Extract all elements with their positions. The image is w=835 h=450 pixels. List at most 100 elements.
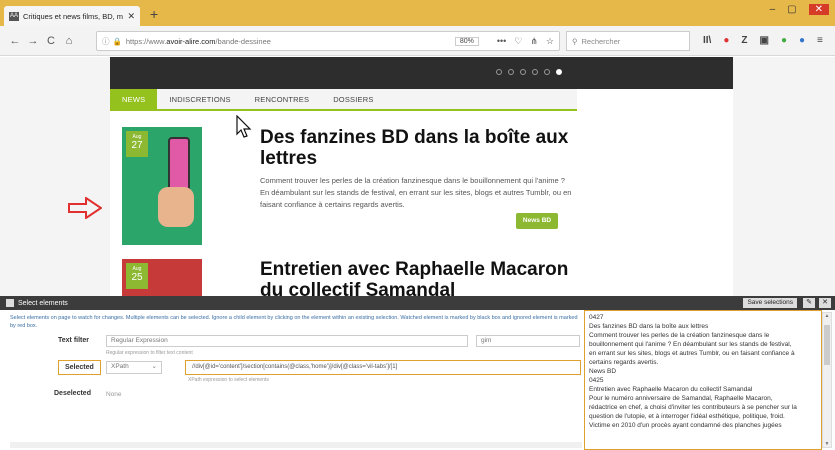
- selector-type-select[interactable]: XPath ⌄: [106, 361, 162, 374]
- article-title[interactable]: Des fanzines BD dans la boîte aux lettre…: [260, 127, 580, 169]
- extension-red-icon[interactable]: ●: [723, 35, 729, 46]
- search-icon: ⚲: [572, 36, 578, 46]
- close-window-button[interactable]: ✕: [808, 4, 829, 15]
- search-placeholder: Rechercher: [581, 36, 621, 46]
- date-badge: Aug 27: [126, 131, 148, 157]
- pocket-icon[interactable]: ♡: [514, 36, 522, 47]
- section-menu: NEWS INDISCRETIONS RENCONTRES DOSSIERS: [110, 89, 577, 111]
- text-filter-hint: Regular expression to filter text conten…: [106, 350, 193, 356]
- extension-blue-icon[interactable]: ●: [799, 35, 805, 46]
- panel-title: Select elements: [18, 299, 68, 307]
- output-line: 0427: [589, 314, 604, 321]
- selector-input[interactable]: //div[@id='content']/section[contains(@c…: [185, 360, 581, 375]
- carousel-dot[interactable]: [520, 69, 526, 75]
- site-favicon-icon: AA: [9, 11, 19, 21]
- url-text[interactable]: https://www.avoir-alire.com/bande-dessin…: [126, 37, 455, 46]
- library-icon[interactable]: II\: [703, 35, 711, 46]
- left-margin: [0, 57, 110, 296]
- forward-button[interactable]: →: [24, 35, 42, 47]
- horizontal-scrollbar[interactable]: [10, 442, 582, 448]
- toolbar-extensions: II\ ● Z ▣ ● ● ≡: [703, 35, 823, 46]
- selector-hint: XPath expression to select elements: [188, 377, 269, 383]
- output-line: Victime en 2010 d'un procès ayant condam…: [589, 422, 782, 429]
- article-thumbnail[interactable]: Aug 27: [122, 127, 202, 245]
- article-excerpt: Comment trouver les perles de la créatio…: [260, 176, 572, 209]
- selection-panel: Select elements on page to watch for cha…: [0, 310, 835, 450]
- regex-flags-input[interactable]: gim: [476, 335, 580, 347]
- reload-button[interactable]: C: [42, 35, 60, 47]
- output-line: certains regards avertis.: [589, 359, 659, 366]
- scroll-thumb[interactable]: [824, 325, 830, 365]
- browser-tab[interactable]: AA Critiques et news films, BD, m... ✕: [4, 6, 140, 26]
- menu-item-indiscretions[interactable]: INDISCRETIONS: [157, 89, 242, 109]
- selected-label[interactable]: Selected: [58, 360, 101, 375]
- panel-header: Select elements Save selections ✎ ✕: [0, 296, 835, 310]
- output-line: Comment trouver les perles de la créatio…: [589, 332, 770, 339]
- screenshot-icon[interactable]: ▣: [760, 35, 769, 46]
- save-selections-button[interactable]: Save selections: [743, 298, 797, 308]
- zotero-icon[interactable]: Z: [741, 35, 747, 46]
- carousel-dots: [496, 69, 562, 75]
- main-content: NEWS INDISCRETIONS RENCONTRES DOSSIERS A…: [110, 89, 733, 301]
- home-button[interactable]: ⌂: [60, 35, 78, 47]
- new-tab-button[interactable]: +: [150, 6, 158, 22]
- output-line: News BD: [589, 368, 617, 375]
- category-button[interactable]: News BD: [516, 213, 558, 229]
- output-preview: 0427 Des fanzines BD dans la boîte aux le…: [584, 310, 822, 450]
- maximize-button[interactable]: ▢: [787, 4, 796, 15]
- menu-item-rencontres[interactable]: RENCONTRES: [243, 89, 322, 109]
- carousel-band: [110, 57, 733, 89]
- carousel-dot[interactable]: [532, 69, 538, 75]
- output-line: Des fanzines BD dans la boîte aux lettre…: [589, 323, 709, 330]
- edit-icon[interactable]: ✎: [803, 298, 815, 308]
- navigation-bar: ← → C ⌂ ⓘ 🔒 https://www.avoir-alire.com/…: [0, 26, 835, 56]
- scroll-down-icon[interactable]: ▼: [823, 441, 831, 447]
- zoom-level[interactable]: 80%: [454, 36, 479, 46]
- window-controls: – ▢ ✕: [770, 4, 829, 15]
- carousel-dot[interactable]: [556, 69, 562, 75]
- output-line: en errant sur les sites, blogs et autres…: [589, 350, 795, 357]
- scroll-up-icon[interactable]: ▲: [823, 313, 831, 319]
- text-filter-label: Text filter: [58, 337, 89, 344]
- bookmark-star-icon[interactable]: ☆: [546, 36, 554, 47]
- search-input[interactable]: ⚲ Rechercher: [566, 31, 690, 51]
- output-line: Pour le numéro anniversaire de Samandal,…: [589, 395, 773, 402]
- text-filter-input[interactable]: Regular Expression: [106, 335, 468, 347]
- url-bar[interactable]: ⓘ 🔒 https://www.avoir-alire.com/bande-de…: [96, 31, 560, 51]
- grid-icon: [6, 299, 14, 307]
- right-margin: [733, 57, 835, 296]
- info-icon[interactable]: ⓘ: [102, 36, 110, 47]
- extension-green-icon[interactable]: ●: [781, 35, 787, 46]
- reader-view-icon[interactable]: ⋔: [530, 36, 538, 47]
- page-actions-icon[interactable]: •••: [497, 36, 506, 46]
- lock-icon: 🔒: [112, 36, 122, 46]
- web-page: NEWS INDISCRETIONS RENCONTRES DOSSIERS A…: [0, 57, 835, 301]
- chevron-down-icon: ⌄: [151, 363, 157, 370]
- carousel-dot[interactable]: [544, 69, 550, 75]
- output-line: question de l'utopie, et à interroger l'…: [589, 413, 785, 420]
- mouse-cursor-icon: [236, 115, 252, 138]
- back-button[interactable]: ←: [6, 35, 24, 47]
- menu-item-dossiers[interactable]: DOSSIERS: [321, 89, 385, 109]
- close-panel-icon[interactable]: ✕: [819, 298, 831, 308]
- output-line: bouillonnement qui l'anime ? En déambula…: [589, 341, 792, 348]
- deselected-label: Deselected: [54, 390, 91, 397]
- tab-close-icon[interactable]: ✕: [127, 11, 135, 22]
- article-thumbnail[interactable]: Aug 25: [122, 259, 202, 299]
- right-arrow-icon: [68, 197, 102, 219]
- carousel-dot[interactable]: [496, 69, 502, 75]
- output-scrollbar[interactable]: ▲ ▼: [822, 312, 832, 448]
- menu-item-news[interactable]: NEWS: [110, 89, 158, 109]
- output-line: Entretien avec Raphaelle Macaron du coll…: [589, 386, 753, 393]
- deselected-value: None: [106, 391, 122, 398]
- tab-title: Critiques et news films, BD, m...: [23, 11, 124, 21]
- output-line: 0425: [589, 377, 604, 384]
- instructions-text: Select elements on page to watch for cha…: [10, 315, 578, 329]
- menu-icon[interactable]: ≡: [817, 35, 823, 46]
- window-titlebar: AA Critiques et news films, BD, m... ✕ +…: [0, 0, 835, 26]
- article-title[interactable]: Entretien avec Raphaelle Macaron du coll…: [260, 259, 580, 301]
- hands-illustration: [158, 187, 194, 227]
- minimize-button[interactable]: –: [770, 4, 776, 15]
- carousel-dot[interactable]: [508, 69, 514, 75]
- output-line: rédactrice en chef, a choisi d'inviter l…: [589, 404, 797, 411]
